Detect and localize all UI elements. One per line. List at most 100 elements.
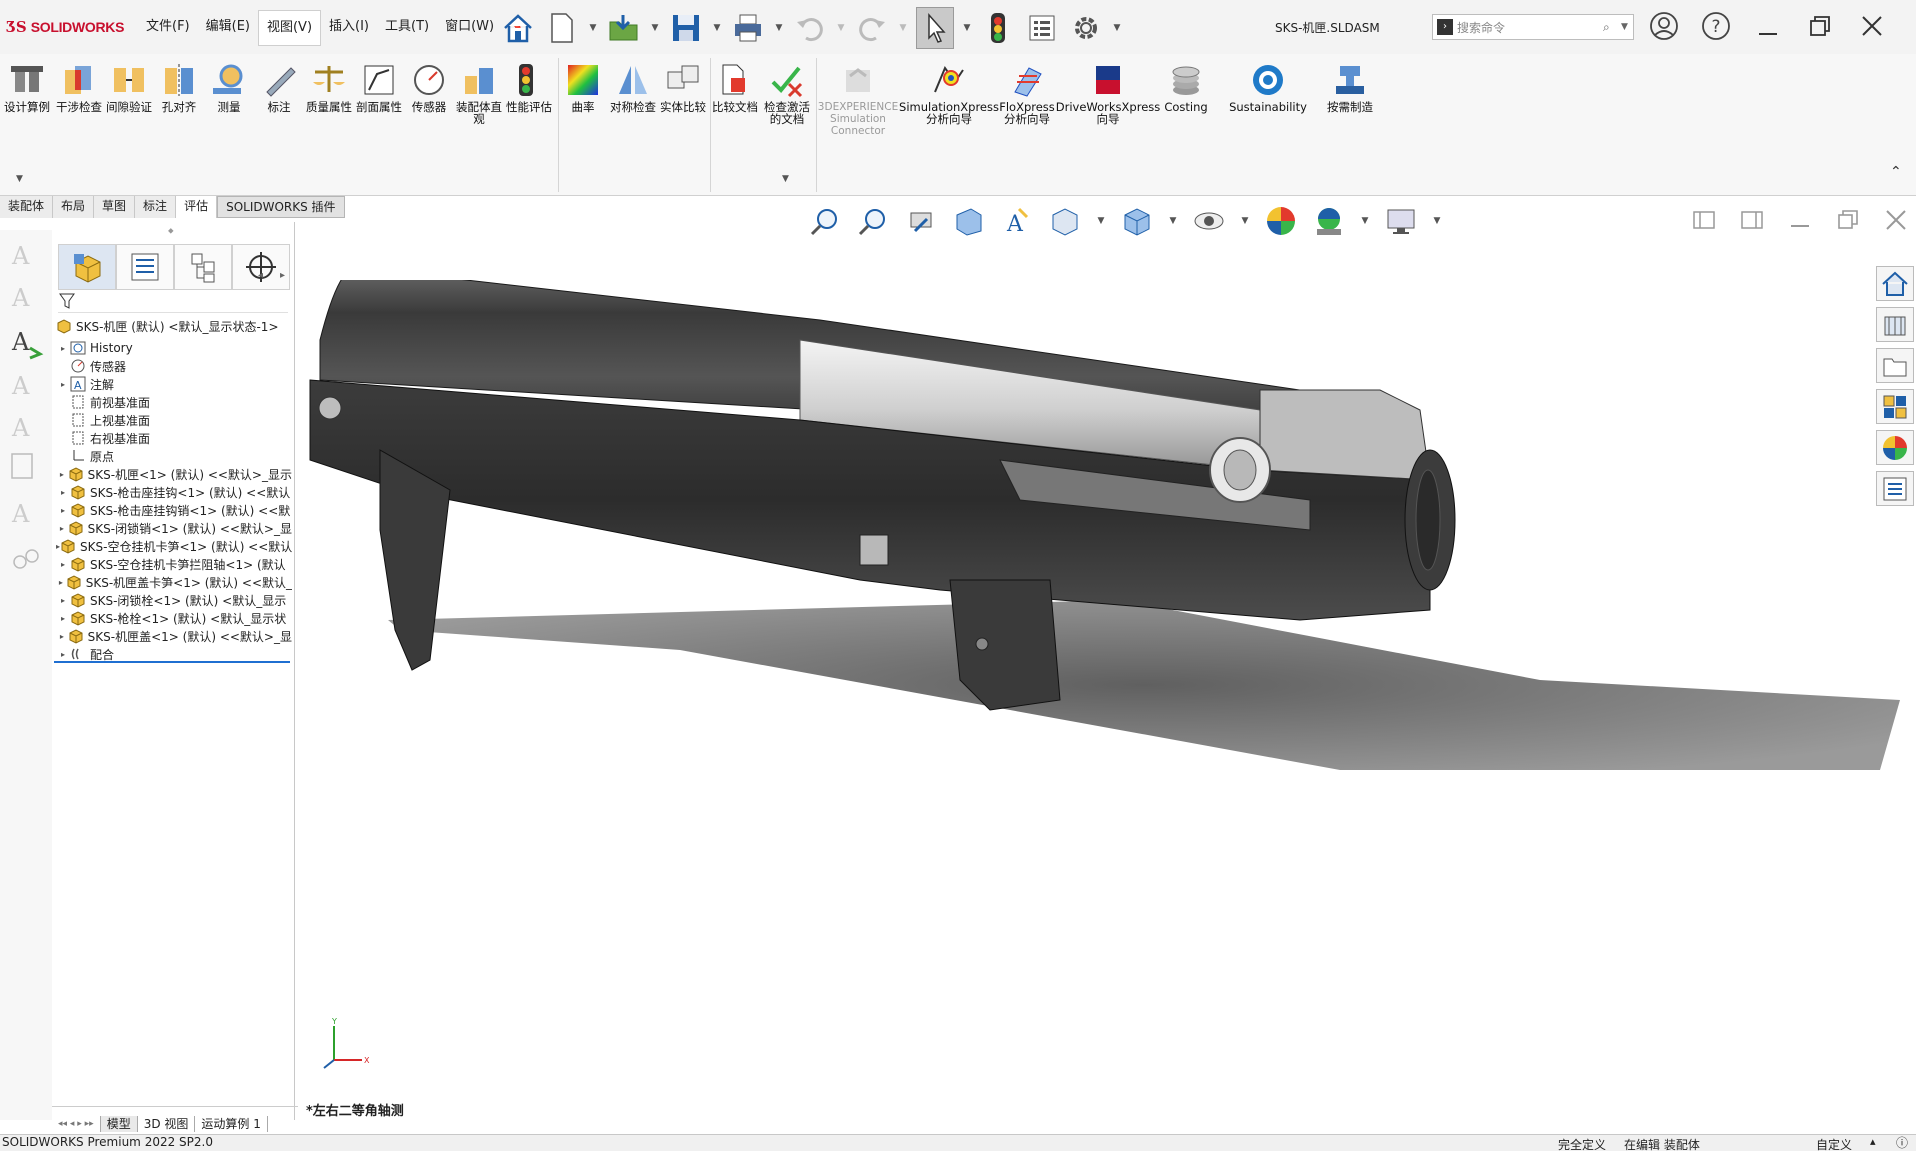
status-units[interactable]: 自定义 bbox=[1816, 1136, 1852, 1153]
chevron-down-icon[interactable]: ▼ bbox=[1096, 204, 1106, 238]
tab-solidworks-addins[interactable]: SOLIDWORKS 插件 bbox=[217, 196, 345, 218]
tab-sketch[interactable]: 草图 bbox=[94, 196, 136, 218]
expand-arrow-icon[interactable]: ▸ bbox=[56, 470, 68, 479]
measure-button[interactable]: 测量 bbox=[206, 62, 252, 113]
tab-motion-study[interactable]: 运动算例 1 bbox=[195, 1116, 268, 1132]
tab-configuration-manager[interactable] bbox=[174, 244, 232, 290]
dynamic-annotation-button[interactable]: A bbox=[1000, 204, 1034, 238]
new-document-button[interactable] bbox=[544, 8, 580, 48]
expand-arrow-icon[interactable]: ▸ bbox=[56, 524, 68, 533]
markup-button[interactable]: 标注 bbox=[256, 62, 302, 113]
expand-arrow-icon[interactable]: ▸ bbox=[56, 560, 70, 569]
sensor-button[interactable]: 传感器 bbox=[406, 62, 452, 113]
expand-arrow-icon[interactable]: ▸ bbox=[56, 506, 70, 515]
chevron-up-icon[interactable]: ▴ bbox=[1870, 1135, 1876, 1148]
hole-alignment-button[interactable]: 孔对齐 bbox=[156, 62, 202, 113]
apply-scene-button[interactable] bbox=[1312, 204, 1346, 238]
chevron-down-icon[interactable]: ▼ bbox=[898, 8, 908, 48]
tab-3d-views[interactable]: 3D 视图 bbox=[138, 1116, 196, 1132]
chevron-down-icon[interactable]: ▼ bbox=[782, 174, 789, 184]
help-icon[interactable]: ⓘ bbox=[1896, 1134, 1908, 1151]
tab-assembly[interactable]: 装配体 bbox=[0, 196, 54, 218]
minimize-button[interactable] bbox=[1750, 8, 1786, 44]
search-commands[interactable]: › 搜索命令 ⌕ ▼ bbox=[1432, 14, 1634, 40]
curvature-button[interactable]: 曲率 bbox=[560, 62, 606, 113]
floxpress-button[interactable]: FloXpress 分析向导 bbox=[996, 62, 1058, 125]
split-left-button[interactable] bbox=[1690, 206, 1718, 234]
file-properties-button[interactable] bbox=[1024, 8, 1060, 48]
restore-button[interactable] bbox=[1802, 8, 1838, 44]
horizontal-scrollbar[interactable] bbox=[52, 1106, 298, 1115]
compare-documents-button[interactable]: 比较文档 bbox=[712, 62, 758, 113]
tree-filter[interactable] bbox=[58, 292, 288, 313]
expand-arrow-icon[interactable]: ▸ bbox=[56, 632, 68, 641]
tree-root[interactable]: SKS-机匣 (默认) <默认_显示状态-1> bbox=[56, 315, 292, 337]
chevron-down-icon[interactable]: ▼ bbox=[1240, 204, 1250, 238]
assembly-visualization-button[interactable]: 装配体直观 bbox=[456, 62, 502, 125]
check-active-document-button[interactable]: 检查激活的文档 bbox=[764, 62, 810, 125]
viewport-restore-button[interactable] bbox=[1834, 206, 1862, 234]
tab-dimxpert-manager[interactable] bbox=[232, 244, 290, 290]
simulationxpress-button[interactable]: SimulationXpress 分析向导 bbox=[899, 62, 999, 125]
view-orientation-button[interactable] bbox=[1048, 204, 1082, 238]
interference-check-button[interactable]: 干涉检查 bbox=[56, 62, 102, 113]
home-button[interactable] bbox=[500, 8, 536, 48]
chevron-down-icon[interactable]: ▼ bbox=[1360, 204, 1370, 238]
undo-button[interactable] bbox=[792, 8, 828, 48]
hide-show-items-button[interactable] bbox=[1192, 204, 1226, 238]
sustainability-button[interactable]: Sustainability bbox=[1226, 62, 1310, 113]
tab-feature-manager[interactable] bbox=[58, 244, 116, 290]
menu-window[interactable]: 窗口(W) bbox=[437, 10, 502, 44]
panel-grip-icon[interactable]: ⬥ bbox=[168, 226, 174, 236]
open-button[interactable] bbox=[606, 8, 642, 48]
rebuild-button[interactable] bbox=[980, 8, 1016, 48]
edit-appearance-button[interactable] bbox=[1264, 204, 1298, 238]
mass-properties-button[interactable]: 质量属性 bbox=[306, 62, 352, 113]
zoom-to-fit-button[interactable] bbox=[808, 204, 842, 238]
chevron-down-icon[interactable]: ▼ bbox=[712, 8, 722, 48]
menu-edit[interactable]: 编辑(E) bbox=[198, 10, 258, 44]
compare-bodies-button[interactable]: 实体比较 bbox=[660, 62, 706, 113]
previous-view-button[interactable] bbox=[904, 204, 938, 238]
chevron-down-icon[interactable]: ▼ bbox=[1432, 204, 1442, 238]
viewport-minimize-button[interactable] bbox=[1786, 206, 1814, 234]
search-input[interactable]: 搜索命令 bbox=[1457, 19, 1603, 36]
print-button[interactable] bbox=[730, 8, 766, 48]
solidworks-logo[interactable]: ƷS SOLIDWORKS bbox=[6, 16, 124, 38]
expand-arrow-icon[interactable]: ▸ bbox=[56, 488, 70, 497]
help-button[interactable]: ? bbox=[1698, 8, 1734, 44]
costing-button[interactable]: Costing bbox=[1160, 62, 1212, 113]
make-on-demand-button[interactable]: 按需制造 bbox=[1326, 62, 1374, 113]
tab-layout[interactable]: 布局 bbox=[53, 196, 95, 218]
expand-arrow-icon[interactable]: ▸ bbox=[56, 380, 70, 389]
split-right-button[interactable] bbox=[1738, 206, 1766, 234]
tab-evaluate[interactable]: 评估 bbox=[176, 196, 218, 218]
task-pane-appearances-button[interactable] bbox=[1876, 430, 1914, 465]
chevron-down-icon[interactable]: ▼ bbox=[16, 174, 23, 184]
chevron-down-icon[interactable]: ▼ bbox=[774, 8, 784, 48]
close-button[interactable] bbox=[1854, 8, 1890, 44]
save-button[interactable] bbox=[668, 8, 704, 48]
chevron-down-icon[interactable]: ▼ bbox=[1621, 22, 1633, 32]
menu-view[interactable]: 视图(V) bbox=[257, 10, 322, 46]
task-pane-home-button[interactable] bbox=[1876, 266, 1914, 301]
chevron-down-icon[interactable]: ▼ bbox=[1168, 204, 1178, 238]
symmetry-check-button[interactable]: 对称检查 bbox=[610, 62, 656, 113]
task-pane-custom-properties-button[interactable] bbox=[1876, 471, 1914, 506]
expand-arrow-icon[interactable]: ▸ bbox=[56, 578, 66, 587]
chevron-left-icon[interactable]: ◂ bbox=[258, 270, 263, 281]
account-button[interactable] bbox=[1646, 8, 1682, 44]
3dexperience-simulation-connector-button[interactable]: 3DEXPERIENCE Simulation Connector bbox=[818, 62, 898, 137]
viewport-close-button[interactable] bbox=[1882, 206, 1910, 234]
section-view-button[interactable] bbox=[952, 204, 986, 238]
collapse-ribbon-icon[interactable]: ⌃ bbox=[1890, 164, 1902, 180]
section-properties-button[interactable]: 剖面属性 bbox=[356, 62, 402, 113]
select-button[interactable] bbox=[916, 7, 954, 49]
expand-arrow-icon[interactable]: ▸ bbox=[56, 614, 70, 623]
tab-markup[interactable]: 标注 bbox=[135, 196, 177, 218]
redo-button[interactable] bbox=[854, 8, 890, 48]
task-pane-view-palette-button[interactable] bbox=[1876, 389, 1914, 424]
chevron-right-icon[interactable]: ▸ bbox=[280, 270, 285, 281]
chevron-down-icon[interactable]: ▼ bbox=[650, 8, 660, 48]
chevron-down-icon[interactable]: ▼ bbox=[588, 8, 598, 48]
